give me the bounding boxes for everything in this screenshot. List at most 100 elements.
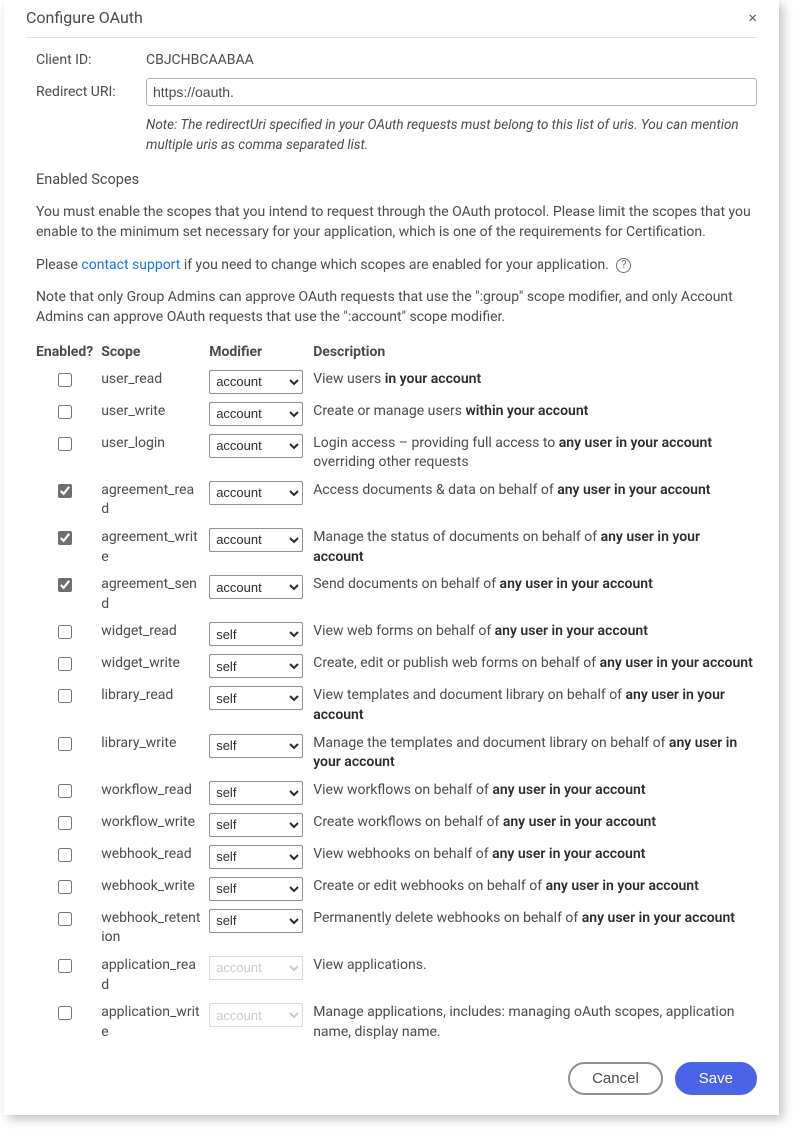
scope-enabled-checkbox[interactable] (58, 405, 72, 419)
scope-name: agreement_write (97, 524, 205, 571)
scope-enabled-checkbox[interactable] (58, 737, 72, 751)
close-icon[interactable]: × (748, 10, 757, 26)
save-button[interactable]: Save (675, 1062, 757, 1095)
col-modifier: Modifier (205, 340, 309, 366)
scope-enabled-checkbox[interactable] (58, 784, 72, 798)
scopes-table: Enabled? Scope Modifier Description user… (26, 340, 757, 1047)
modifier-select[interactable]: selfgroupaccount (209, 734, 303, 758)
redirect-uri-label: Redirect URI: (26, 84, 146, 100)
col-description: Description (309, 340, 757, 366)
help-icon[interactable]: ? (616, 258, 631, 273)
scope-description: Permanently delete webhooks on behalf of… (309, 905, 757, 952)
scope-description: View webhooks on behalf of any user in y… (309, 841, 757, 873)
dialog-title: Configure OAuth (26, 8, 143, 27)
scope-description: Send documents on behalf of any user in … (309, 571, 757, 618)
modifier-select[interactable]: selfgroupaccount (209, 481, 303, 505)
scope-name: workflow_read (97, 777, 205, 809)
scope-enabled-checkbox[interactable] (58, 373, 72, 387)
scope-name: user_read (97, 366, 205, 398)
scope-name: library_read (97, 682, 205, 729)
table-row: user_loginselfgroupaccountLogin access –… (26, 430, 757, 477)
modifier-select[interactable]: selfgroupaccount (209, 622, 303, 646)
table-row: widget_readselfgroupaccountView web form… (26, 618, 757, 650)
scope-name: user_write (97, 398, 205, 430)
table-row: agreement_writeselfgroupaccountManage th… (26, 524, 757, 571)
table-row: library_writeselfgroupaccountManage the … (26, 730, 757, 777)
table-row: library_readselfgroupaccountView templat… (26, 682, 757, 729)
modifier-select[interactable]: selfgroupaccount (209, 370, 303, 394)
table-row: user_readselfgroupaccountView users in y… (26, 366, 757, 398)
table-row: application_writeselfgroupaccountManage … (26, 999, 757, 1046)
scope-name: library_write (97, 730, 205, 777)
redirect-uri-input[interactable] (146, 78, 757, 106)
table-row: agreement_sendselfgroupaccountSend docum… (26, 571, 757, 618)
scope-name: agreement_read (97, 477, 205, 524)
scope-enabled-checkbox[interactable] (58, 816, 72, 830)
table-row: webhook_readselfgroupaccountView webhook… (26, 841, 757, 873)
scope-enabled-checkbox[interactable] (58, 880, 72, 894)
modifier-select[interactable]: selfgroupaccount (209, 781, 303, 805)
scope-description: View applications. (309, 952, 757, 999)
scope-enabled-checkbox[interactable] (58, 437, 72, 451)
scope-description: Create workflows on behalf of any user i… (309, 809, 757, 841)
p2-pre: Please (36, 257, 81, 273)
scope-description: Login access – providing full access to … (309, 430, 757, 477)
table-row: user_writeselfgroupaccountCreate or mana… (26, 398, 757, 430)
modifier-select[interactable]: selfgroupaccount (209, 845, 303, 869)
scope-name: webhook_read (97, 841, 205, 873)
scope-enabled-checkbox[interactable] (58, 959, 72, 973)
scope-enabled-checkbox[interactable] (58, 689, 72, 703)
scope-enabled-checkbox[interactable] (58, 657, 72, 671)
scope-name: webhook_retention (97, 905, 205, 952)
contact-support-link[interactable]: contact support (81, 257, 180, 273)
client-id-label: Client ID: (26, 52, 146, 68)
modifier-select[interactable]: selfgroupaccount (209, 528, 303, 552)
scope-enabled-checkbox[interactable] (58, 484, 72, 498)
scope-enabled-checkbox[interactable] (58, 848, 72, 862)
dialog-footer: Cancel Save (26, 1062, 757, 1095)
scope-enabled-checkbox[interactable] (58, 1006, 72, 1020)
table-row: webhook_retentionselfgroupaccountPermane… (26, 905, 757, 952)
modifier-select[interactable]: selfgroupaccount (209, 575, 303, 599)
scope-description: View workflows on behalf of any user in … (309, 777, 757, 809)
scopes-paragraph-3: Note that only Group Admins can approve … (26, 287, 757, 328)
scope-enabled-checkbox[interactable] (58, 531, 72, 545)
scope-name: workflow_write (97, 809, 205, 841)
modifier-select[interactable]: selfgroupaccount (209, 813, 303, 837)
modifier-select: selfgroupaccount (209, 956, 303, 980)
enabled-scopes-title: Enabled Scopes (26, 171, 757, 188)
modifier-select[interactable]: selfgroupaccount (209, 686, 303, 710)
scope-name: application_write (97, 999, 205, 1046)
table-row: webhook_writeselfgroupaccountCreate or e… (26, 873, 757, 905)
modifier-select[interactable]: selfgroupaccount (209, 402, 303, 426)
p2-post: if you need to change which scopes are e… (180, 257, 609, 273)
scope-name: application_read (97, 952, 205, 999)
scope-description: Manage applications, includes: managing … (309, 999, 757, 1046)
modifier-select[interactable]: selfgroupaccount (209, 909, 303, 933)
scope-name: agreement_send (97, 571, 205, 618)
scope-enabled-checkbox[interactable] (58, 912, 72, 926)
col-scope: Scope (97, 340, 205, 366)
scope-description: Manage the status of documents on behalf… (309, 524, 757, 571)
table-row: widget_writeselfgroupaccountCreate, edit… (26, 650, 757, 682)
client-id-row: Client ID: CBJCHBCAABAA (26, 52, 757, 68)
scope-description: Access documents & data on behalf of any… (309, 477, 757, 524)
scope-enabled-checkbox[interactable] (58, 625, 72, 639)
table-row: application_readselfgroupaccountView app… (26, 952, 757, 999)
cancel-button[interactable]: Cancel (568, 1062, 663, 1095)
scope-description: View web forms on behalf of any user in … (309, 618, 757, 650)
scope-name: widget_read (97, 618, 205, 650)
scope-name: user_login (97, 430, 205, 477)
scope-description: View users in your account (309, 366, 757, 398)
client-id-value: CBJCHBCAABAA (146, 52, 757, 68)
table-row: workflow_readselfgroupaccountView workfl… (26, 777, 757, 809)
scope-description: Create, edit or publish web forms on beh… (309, 650, 757, 682)
scope-description: Create or edit webhooks on behalf of any… (309, 873, 757, 905)
scopes-paragraph-2: Please contact support if you need to ch… (26, 255, 757, 275)
modifier-select[interactable]: selfgroupaccount (209, 877, 303, 901)
modifier-select[interactable]: selfgroupaccount (209, 654, 303, 678)
redirect-uri-note: Note: The redirectUri specified in your … (146, 116, 757, 155)
modifier-select[interactable]: selfgroupaccount (209, 434, 303, 458)
scope-enabled-checkbox[interactable] (58, 578, 72, 592)
scope-description: View templates and document library on b… (309, 682, 757, 729)
